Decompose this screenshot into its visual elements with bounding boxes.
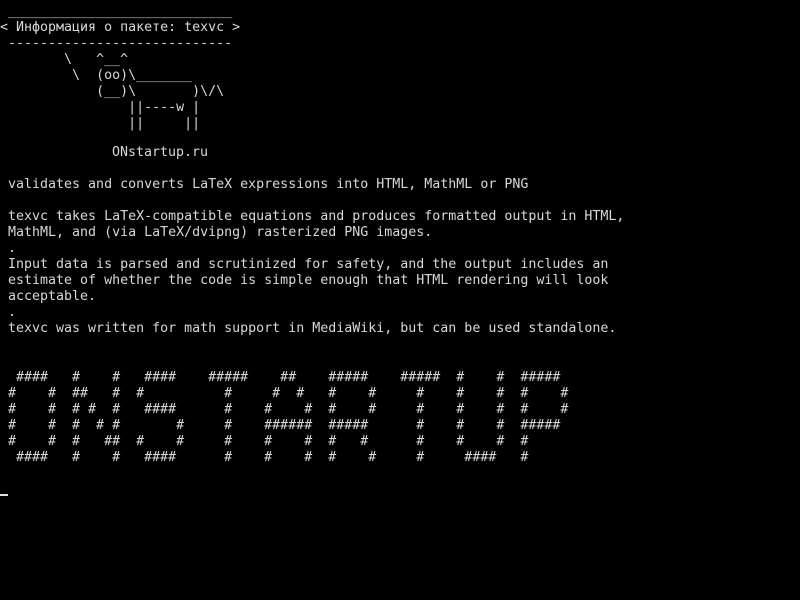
- package-summary: validates and converts LaTeX expressions…: [8, 177, 529, 192]
- onstartup-ascii-banner: #### # # #### ##### ## ##### ##### # # #…: [8, 370, 569, 465]
- package-info-speech-bubble: ____________________________ < Информаци…: [0, 4, 241, 51]
- package-description: texvc takes LaTeX-compatible equations a…: [8, 209, 625, 336]
- terminal-screen[interactable]: ____________________________ < Информаци…: [0, 0, 800, 600]
- terminal-cursor: [0, 494, 8, 496]
- cowsay-cow-art: \ ^__^ \ (oo)\_______ (__)\ )\/\ ||----w…: [64, 52, 225, 131]
- onstartup-brand-text: ONstartup.ru: [112, 145, 209, 160]
